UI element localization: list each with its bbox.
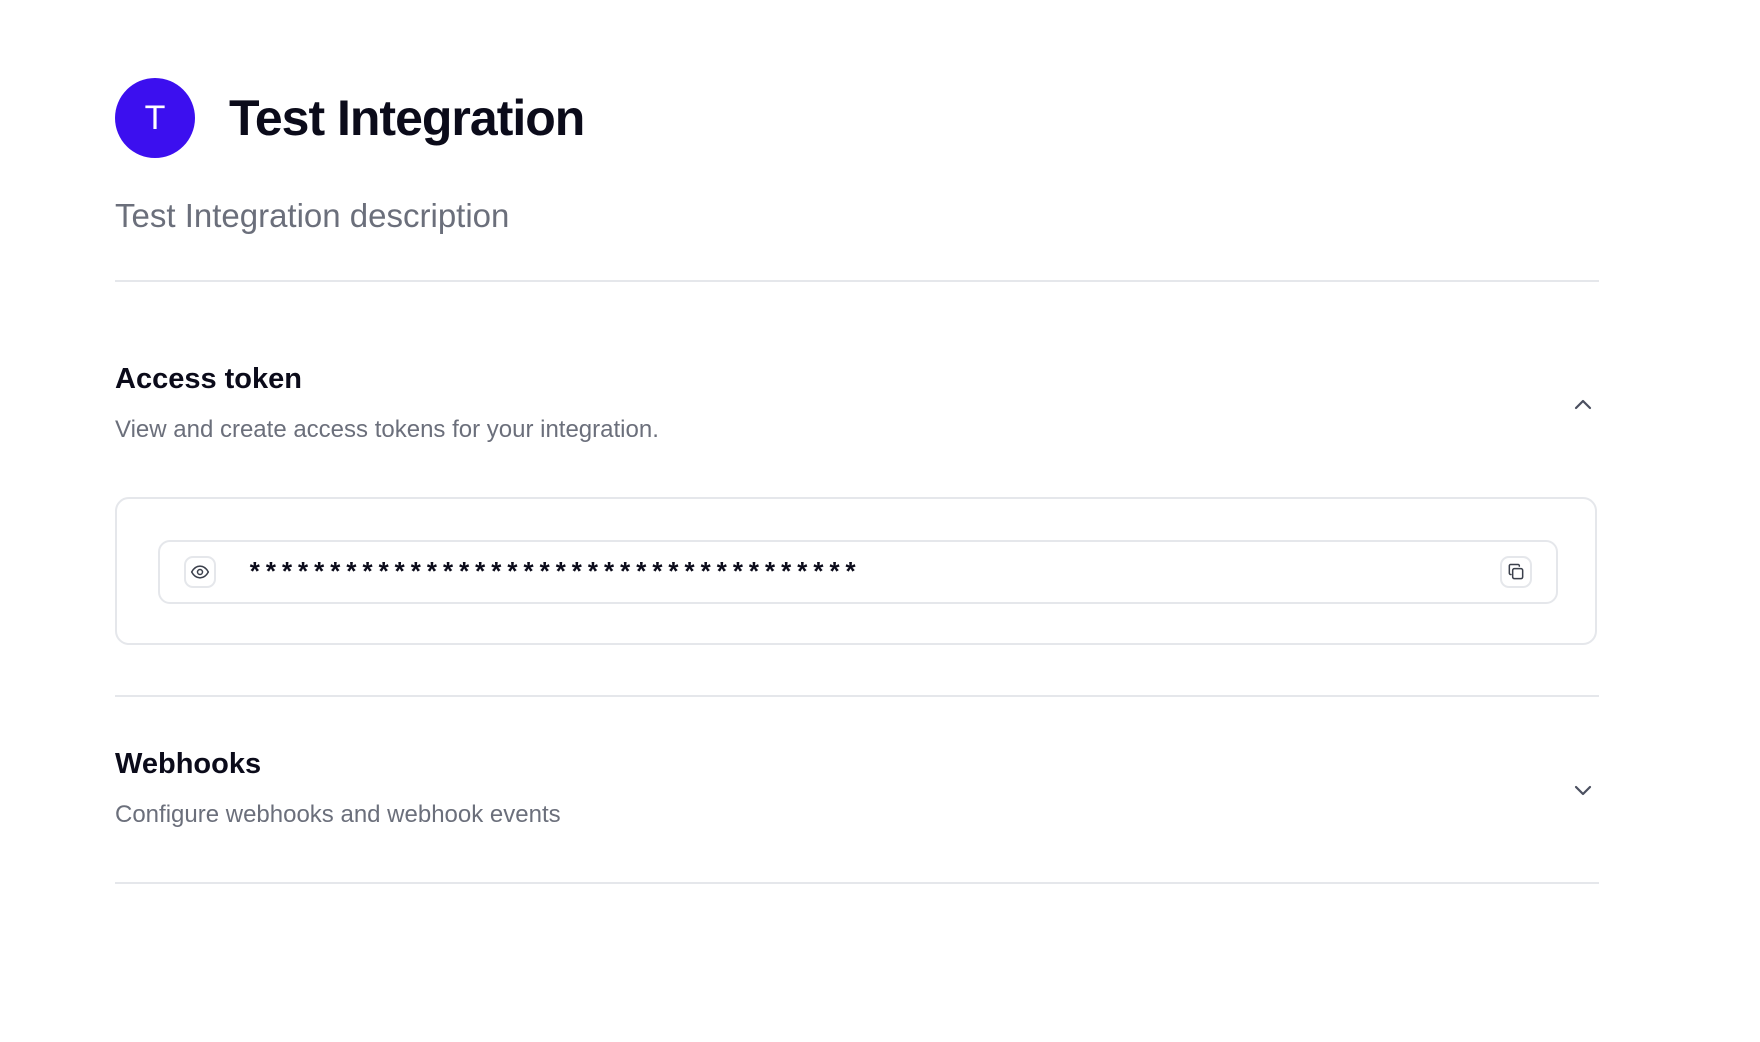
access-token-card: ************************************** xyxy=(115,497,1597,645)
webhooks-title: Webhooks xyxy=(115,748,262,780)
section-divider xyxy=(115,695,1599,697)
avatar: T xyxy=(115,78,195,158)
access-token-description: View and create access tokens for your i… xyxy=(115,416,659,443)
header-divider xyxy=(115,280,1599,282)
page-description: Test Integration description xyxy=(115,197,510,234)
chevron-down-icon[interactable] xyxy=(1569,776,1597,804)
webhooks-description: Configure webhooks and webhook events xyxy=(115,801,561,828)
access-token-field[interactable]: ************************************** xyxy=(158,540,1558,604)
access-token-section: Access token View and create access toke… xyxy=(115,363,1599,444)
access-token-title: Access token xyxy=(115,363,302,395)
bottom-divider xyxy=(115,882,1599,884)
avatar-letter: T xyxy=(144,98,166,137)
integration-header: T Test Integration xyxy=(115,78,585,158)
webhooks-section: Webhooks Configure webhooks and webhook … xyxy=(115,748,1599,829)
page-title: Test Integration xyxy=(229,90,585,146)
chevron-up-icon[interactable] xyxy=(1569,391,1597,419)
eye-icon[interactable] xyxy=(184,556,216,588)
copy-icon[interactable] xyxy=(1500,556,1532,588)
access-token-value: ************************************** xyxy=(247,559,859,589)
